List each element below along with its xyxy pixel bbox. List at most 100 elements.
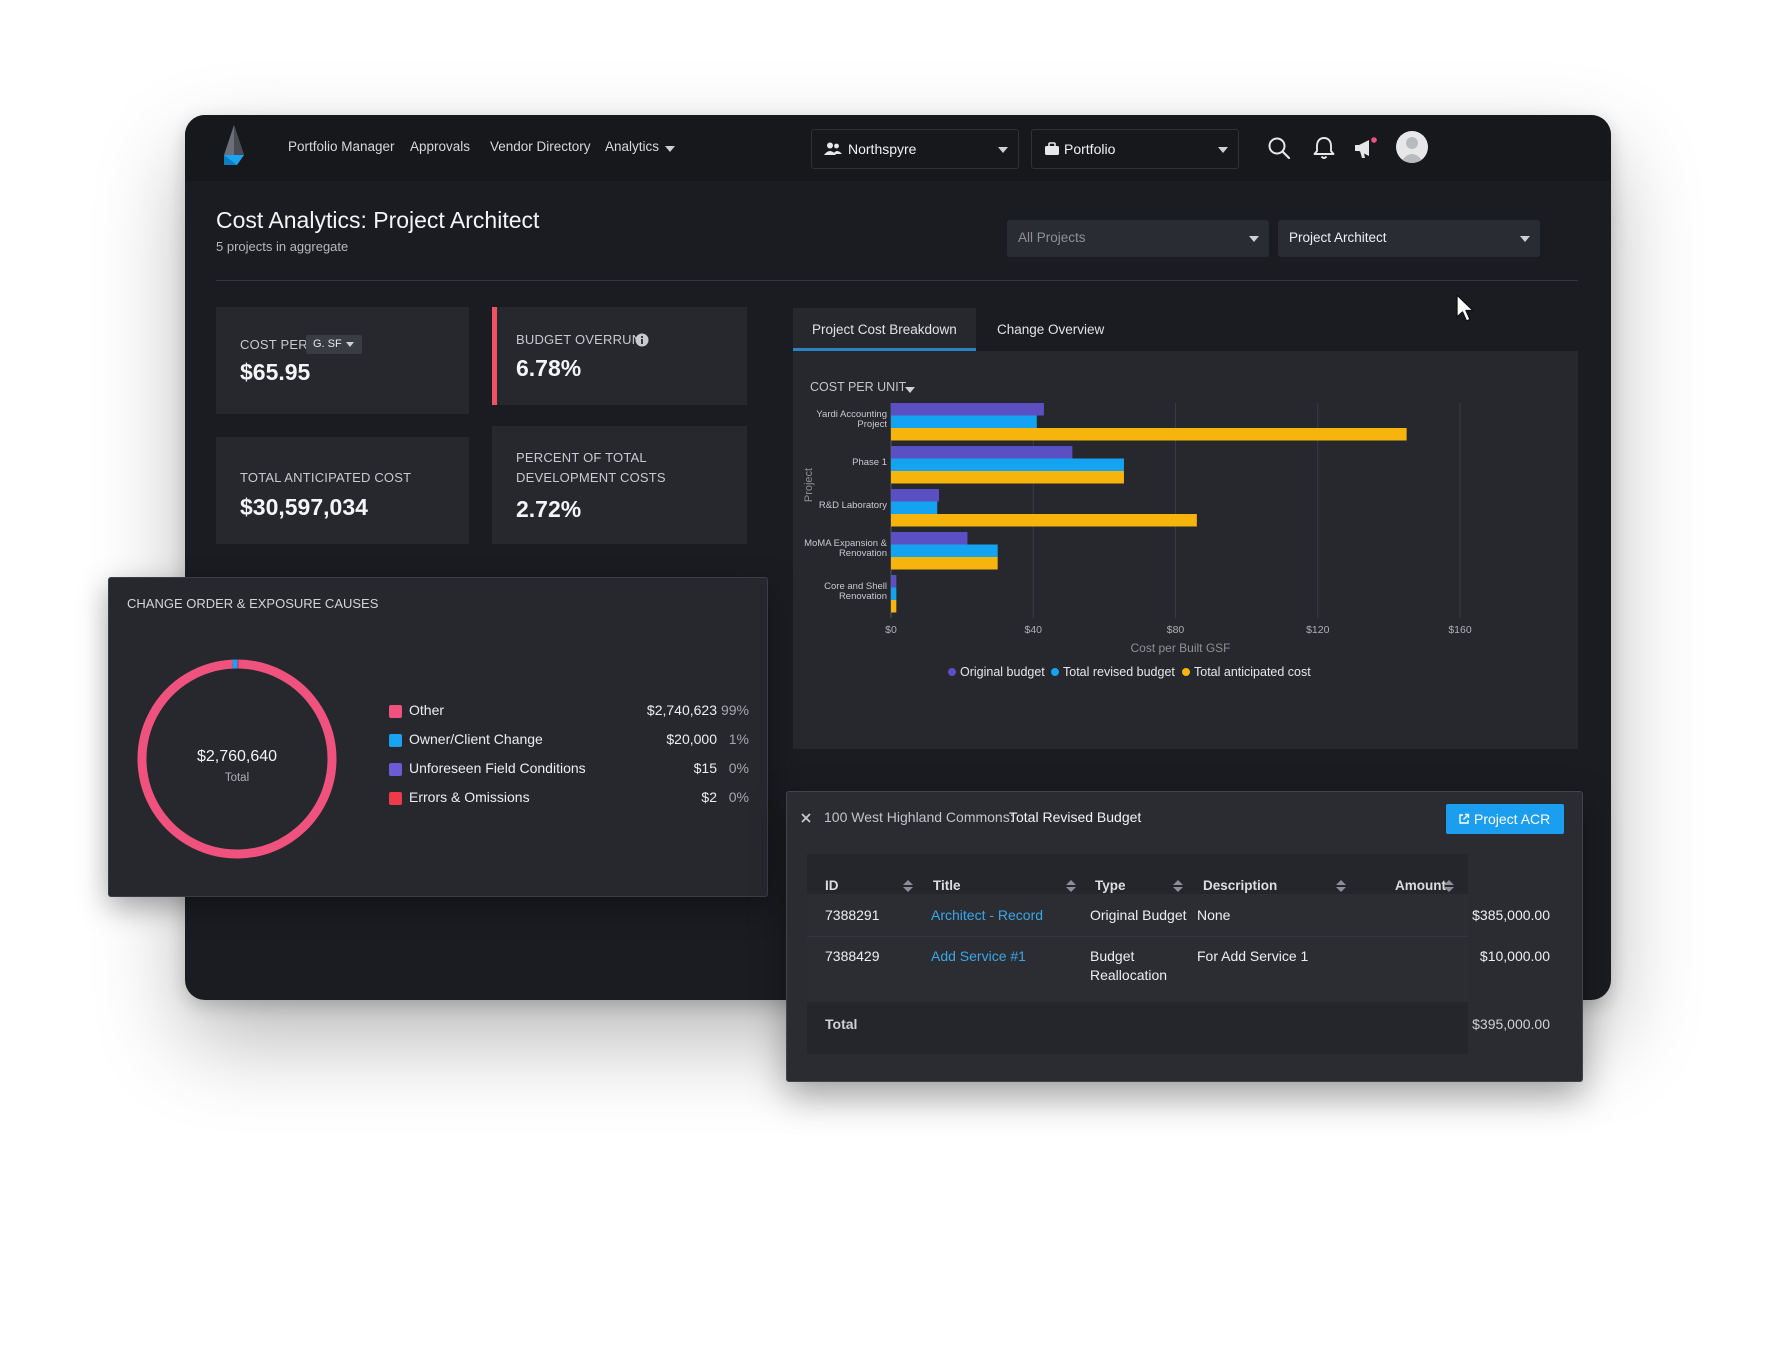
chevron-down-icon <box>346 342 354 347</box>
page-subtitle: 5 projects in aggregate <box>216 239 349 254</box>
legend-series-label: Original budget <box>960 665 1045 679</box>
percent-total-value: 2.72% <box>516 496 582 522</box>
y-category-label: Renovation <box>839 591 887 602</box>
chevron-down-icon <box>1520 236 1530 242</box>
tab-label: Change Overview <box>997 322 1105 337</box>
total-revised-budget-card: 100 West Highland Commons: Total Revised… <box>786 791 1583 1082</box>
donut-total-label: Total <box>224 772 250 784</box>
legend-amount: $2 <box>701 789 717 805</box>
legend-name: Owner/Client Change <box>409 731 543 747</box>
chevron-down-icon <box>1249 236 1259 242</box>
legend-series-label: Total anticipated cost <box>1194 665 1311 679</box>
project-acr-button[interactable]: Project ACR <box>1446 804 1564 834</box>
sort-icon[interactable] <box>903 878 913 894</box>
cell-title-link[interactable]: Architect - Record <box>931 905 1043 925</box>
percent-total-label-2: DEVELOPMENT COSTS <box>516 470 666 485</box>
vendor-filter-label: Project Architect <box>1289 230 1387 245</box>
legend-item-errors-omissions: Errors & Omissions $2 0% <box>389 788 749 810</box>
unit-select-label: G. SF <box>313 338 342 350</box>
unit-select[interactable]: G. SF <box>306 335 362 354</box>
col-header-description[interactable]: Description <box>1203 878 1277 893</box>
y-axis-label: Project <box>803 468 815 502</box>
cell-title-link[interactable]: Add Service #1 <box>931 946 1026 966</box>
megaphone-icon[interactable] <box>1352 135 1378 161</box>
bar-1 <box>891 501 938 514</box>
briefcase-icon <box>1045 142 1059 155</box>
x-tick-label: $80 <box>1167 624 1185 636</box>
legend-amount: $20,000 <box>666 731 717 747</box>
avatar[interactable] <box>1396 131 1428 163</box>
col-header-amount[interactable]: Amount <box>1395 878 1446 893</box>
sort-icon[interactable] <box>1444 878 1454 894</box>
total-label: Total <box>825 1016 858 1032</box>
search-icon[interactable] <box>1266 135 1292 161</box>
y-category-label: Phase 1 <box>852 457 887 468</box>
bar-2 <box>891 600 897 613</box>
sort-icon[interactable] <box>1173 878 1183 894</box>
col-header-id[interactable]: ID <box>825 878 839 893</box>
total-anticipated-card: TOTAL ANTICIPATED COST $30,597,034 <box>216 437 469 544</box>
budget-overrun-label: BUDGET OVERRUN <box>516 332 642 347</box>
y-category-label: Project <box>857 419 887 430</box>
cell-amount: $385,000.00 <box>1472 907 1550 923</box>
cost-breakdown-chart-panel: COST PER UNIT $0 $40 $80 $120 $160 Yardi Acco… <box>793 351 1578 749</box>
bar-1 <box>891 587 897 600</box>
col-header-title[interactable]: Title <box>933 878 961 893</box>
bar-1 <box>891 544 998 557</box>
y-category-label: Renovation <box>839 548 887 559</box>
nav-approvals[interactable]: Approvals <box>410 139 470 154</box>
legend-item-other: Other $2,740,623 99% <box>389 701 749 723</box>
percent-total-label-1: PERCENT OF TOTAL <box>516 450 647 465</box>
cost-per-value: $65.95 <box>240 359 311 385</box>
legend-swatch <box>389 763 402 776</box>
vendor-filter-select[interactable]: Project Architect <box>1278 220 1540 257</box>
nav-analytics[interactable]: Analytics <box>605 139 659 154</box>
project-acr-label: Project ACR <box>1474 811 1551 827</box>
change-order-title: CHANGE ORDER & EXPOSURE CAUSES <box>127 596 379 611</box>
bar-2 <box>891 514 1197 527</box>
total-anticipated-value: $30,597,034 <box>240 494 368 520</box>
bar-1 <box>891 458 1124 471</box>
legend-pct: 1% <box>728 731 749 747</box>
chevron-down-icon <box>1218 147 1228 153</box>
x-tick-label: $120 <box>1306 624 1330 636</box>
legend-pct: 0% <box>728 789 749 805</box>
bar-0 <box>891 575 897 588</box>
northspyre-logo[interactable] <box>221 125 247 169</box>
cost-per-label: COST PER <box>240 337 308 352</box>
user-avatar-icon <box>1400 137 1424 163</box>
total-anticipated-label: TOTAL ANTICIPATED COST <box>240 470 412 485</box>
legend-pct: 0% <box>728 760 749 776</box>
bar-0 <box>891 532 968 545</box>
sort-icon[interactable] <box>1066 878 1076 894</box>
users-icon <box>824 142 842 155</box>
tab-project-cost-breakdown[interactable]: Project Cost Breakdown <box>793 308 976 351</box>
legend-swatch <box>389 792 402 805</box>
close-icon[interactable] <box>800 812 812 824</box>
legend-dot <box>948 668 956 676</box>
legend-name: Other <box>409 702 445 718</box>
bell-icon[interactable] <box>1311 135 1337 161</box>
legend-swatch <box>389 705 402 718</box>
header-divider <box>216 280 1578 281</box>
nav-portfolio-manager[interactable]: Portfolio Manager <box>288 139 395 154</box>
x-tick-label: $160 <box>1448 624 1472 636</box>
page-title: Cost Analytics: Project Architect <box>216 207 540 233</box>
bar-0 <box>891 403 1044 416</box>
legend-pct: 99% <box>720 702 749 718</box>
org-select[interactable]: Northspyre <box>811 129 1019 169</box>
budget-overrun-value: 6.78% <box>516 355 582 381</box>
sort-icon[interactable] <box>1336 878 1346 894</box>
legend-item-unforeseen-field-conditions: Unforeseen Field Conditions $15 0% <box>389 759 749 781</box>
projects-filter-select[interactable]: All Projects <box>1007 220 1269 257</box>
tab-change-overview[interactable]: Change Overview <box>976 308 1106 351</box>
info-icon[interactable] <box>635 333 649 347</box>
portfolio-select[interactable]: Portfolio <box>1031 129 1239 169</box>
nav-vendor-directory[interactable]: Vendor Directory <box>490 139 591 154</box>
external-link-icon <box>1459 813 1470 824</box>
legend-dot <box>1051 668 1059 676</box>
donut-total-value: $2,760,640 <box>196 748 278 765</box>
legend-swatch <box>389 734 402 747</box>
mouse-cursor-icon <box>1456 294 1474 322</box>
col-header-type[interactable]: Type <box>1095 878 1126 893</box>
